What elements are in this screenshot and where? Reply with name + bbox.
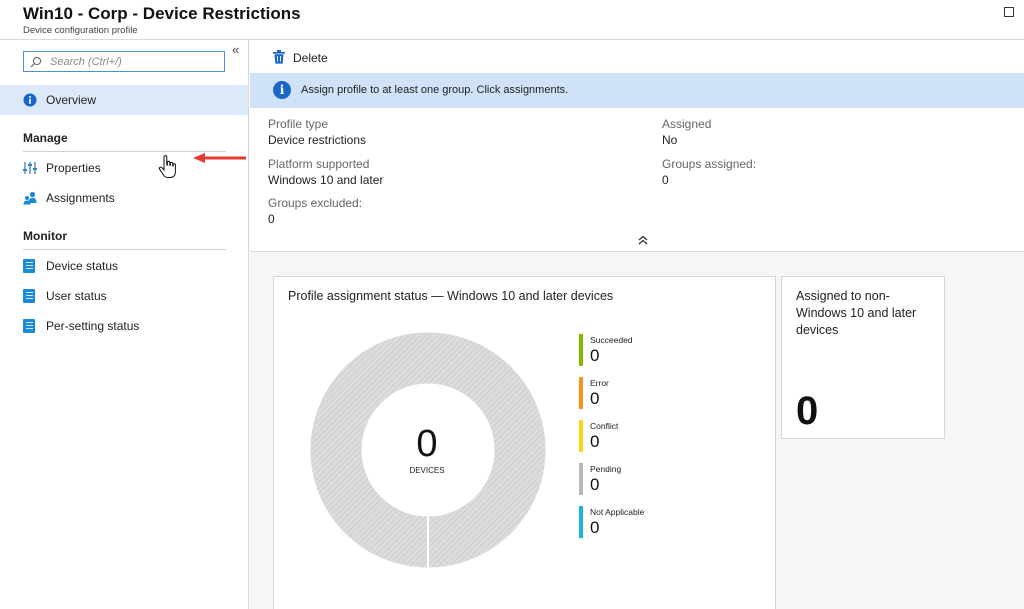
page-title: Win10 - Corp - Device Restrictions <box>23 4 301 23</box>
profile-assignment-status-tile[interactable]: Profile assignment status — Windows 10 a… <box>273 276 776 609</box>
sidebar-item-overview[interactable]: Overview <box>0 85 248 115</box>
legend-value: 0 <box>590 518 600 537</box>
profile-type-value: Device restrictions <box>268 133 367 147</box>
sidebar-item-label: Overview <box>46 93 97 107</box>
search-box[interactable] <box>23 51 225 72</box>
sidebar-item-user-status[interactable]: User status <box>0 281 248 311</box>
legend-color-bar <box>579 420 583 452</box>
groups-assigned-value: 0 <box>662 173 669 187</box>
legend-item-conflict[interactable]: Conflict 0 <box>579 420 669 452</box>
collapse-sidebar-icon[interactable]: « <box>232 43 239 56</box>
total-devices-count: 0 <box>416 423 438 465</box>
platform-label: Platform supported <box>268 157 370 171</box>
users-icon <box>23 191 37 205</box>
legend-value: 0 <box>590 475 600 494</box>
sidebar-item-per-setting-status[interactable]: Per-setting status <box>0 311 248 341</box>
legend-label: Succeeded <box>590 335 633 345</box>
section-divider <box>23 249 226 250</box>
assignment-notification-banner[interactable]: i Assign profile to at least one group. … <box>250 73 1024 108</box>
trash-icon <box>273 50 285 64</box>
section-divider <box>23 151 226 152</box>
assigned-value: No <box>662 133 678 147</box>
legend-item-error[interactable]: Error 0 <box>579 377 669 409</box>
book-icon <box>23 259 35 273</box>
hand-cursor-icon <box>158 155 176 178</box>
legend-label: Pending <box>590 464 622 474</box>
section-heading-manage: Manage <box>23 131 68 145</box>
sidebar-item-label: Properties <box>46 161 101 175</box>
platform-value: Windows 10 and later <box>268 173 384 187</box>
annotation-arrow-icon <box>193 153 246 163</box>
maximize-icon[interactable] <box>1004 7 1014 17</box>
info-icon: i <box>273 81 291 99</box>
book-icon <box>23 319 35 333</box>
collapse-essentials-icon[interactable] <box>636 234 650 246</box>
blade-header: Win10 - Corp - Device Restrictions Devic… <box>0 0 1024 40</box>
book-icon <box>23 289 35 303</box>
legend-label: Conflict <box>590 421 619 431</box>
groups-assigned-label: Groups assigned: <box>662 157 757 171</box>
profile-type-label: Profile type <box>268 117 329 131</box>
sidebar-item-assignments[interactable]: Assignments <box>0 183 248 213</box>
sidebar-item-label: User status <box>46 289 107 303</box>
legend-label: Not Applicable <box>590 507 645 517</box>
legend-color-bar <box>579 334 583 366</box>
tile-count: 0 <box>796 389 819 433</box>
legend-color-bar <box>579 463 583 495</box>
groups-excluded-label: Groups excluded: <box>268 196 363 210</box>
sidebar: « Overview Manage Properties <box>0 40 249 609</box>
legend-item-not-applicable[interactable]: Not Applicable 0 <box>579 506 669 538</box>
banner-message: Assign profile to at least one group. Cl… <box>301 84 569 96</box>
page-subtitle: Device configuration profile <box>23 25 138 36</box>
section-heading-monitor: Monitor <box>23 229 67 243</box>
legend-item-succeeded[interactable]: Succeeded 0 <box>579 334 669 366</box>
total-devices-label: DEVICES <box>409 466 445 475</box>
delete-label: Delete <box>293 51 328 65</box>
assigned-label: Assigned <box>662 117 712 131</box>
sliders-icon <box>23 162 37 174</box>
tile-title: Assigned to non-Windows 10 and later dev… <box>796 289 917 337</box>
legend-value: 0 <box>590 389 600 408</box>
legend-value: 0 <box>590 346 600 365</box>
sidebar-item-label: Assignments <box>46 191 115 205</box>
tile-title: Profile assignment status — Windows 10 a… <box>288 289 614 303</box>
search-input[interactable] <box>50 54 220 69</box>
sidebar-item-label: Per-setting status <box>46 319 140 333</box>
groups-excluded-value: 0 <box>268 212 275 226</box>
legend-item-pending[interactable]: Pending 0 <box>579 463 669 495</box>
legend-label: Error <box>590 378 609 388</box>
search-icon <box>30 56 42 68</box>
legend-color-bar <box>579 506 583 538</box>
legend-value: 0 <box>590 432 600 451</box>
non-windows10-assigned-tile[interactable]: Assigned to non-Windows 10 and later dev… <box>781 276 945 439</box>
legend-color-bar <box>579 377 583 409</box>
sidebar-item-device-status[interactable]: Device status <box>0 251 248 281</box>
info-icon <box>23 93 37 107</box>
sidebar-item-label: Device status <box>46 259 119 273</box>
